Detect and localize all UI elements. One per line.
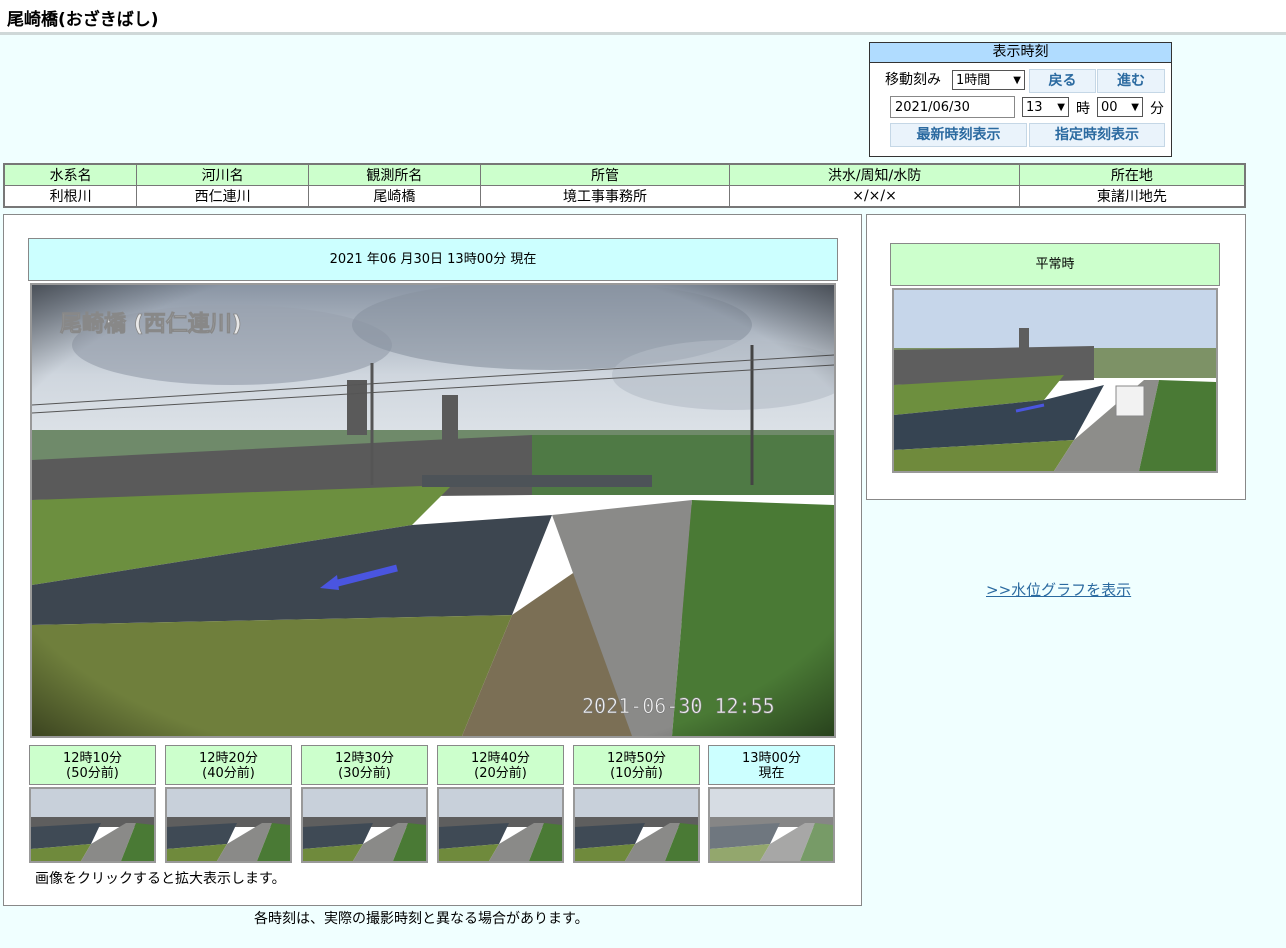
title-bar: 尾崎橋(おざきばし) bbox=[0, 0, 1286, 35]
cell-water-system: 利根川 bbox=[3, 185, 138, 208]
step-label: 移動刻み bbox=[885, 72, 941, 88]
thumbnail-ago: (20分前) bbox=[474, 766, 527, 781]
hour-select[interactable]: 13 ▼ bbox=[1022, 97, 1069, 117]
time-panel-header: 表示時刻 bbox=[870, 43, 1171, 63]
thumbnail-image[interactable] bbox=[708, 787, 835, 863]
station-info-table: 水系名 河川名 観測所名 所管 洪水/周知/水防 所在地 利根川 西仁連川 尾崎… bbox=[3, 163, 1246, 208]
step-select-value: 1時間 bbox=[956, 73, 991, 88]
thumbnail-ago: 現在 bbox=[758, 766, 785, 781]
thumbnail-time: 12時40分 bbox=[470, 751, 531, 766]
header-flood-status: 洪水/周知/水防 bbox=[729, 163, 1020, 186]
chevron-down-icon: ▼ bbox=[1057, 102, 1065, 113]
date-input[interactable]: 2021/06/30 bbox=[890, 96, 1015, 118]
thumbnail-item[interactable]: 12時50分 (10分前) bbox=[573, 745, 700, 863]
forward-button[interactable]: 進む bbox=[1097, 69, 1165, 93]
thumbnail-header: 13時00分 現在 bbox=[708, 745, 835, 785]
thumbnail-header: 12時20分 (40分前) bbox=[165, 745, 292, 785]
thumbnail-time: 12時10分 bbox=[62, 751, 123, 766]
current-datetime-header: 2021 年06 月30日 13時00分 現在 bbox=[28, 238, 838, 281]
thumbnail-ago: (50分前) bbox=[66, 766, 119, 781]
back-button[interactable]: 戻る bbox=[1029, 69, 1096, 93]
header-river-name: 河川名 bbox=[136, 163, 309, 186]
thumbnail-image[interactable] bbox=[437, 787, 564, 863]
thumbnail-ago: (40分前) bbox=[202, 766, 255, 781]
thumbnail-item-current[interactable]: 13時00分 現在 bbox=[708, 745, 835, 863]
thumbnail-image[interactable] bbox=[165, 787, 292, 863]
click-note: 画像をクリックすると拡大表示します。 bbox=[35, 871, 286, 887]
header-jurisdiction: 所管 bbox=[479, 163, 731, 186]
table-header-row: 水系名 河川名 観測所名 所管 洪水/周知/水防 所在地 bbox=[3, 163, 1246, 186]
minute-select[interactable]: 00 ▼ bbox=[1097, 97, 1143, 117]
camera-main-image[interactable]: 尾崎橋 (西仁連川) 2021-06-30 12:55 bbox=[30, 283, 836, 738]
thumbnail-header: 12時10分 (50分前) bbox=[29, 745, 156, 785]
thumbnail-ago: (30分前) bbox=[338, 766, 391, 781]
cell-location: 東諸川地先 bbox=[1018, 185, 1246, 208]
time-panel: 表示時刻 移動刻み 1時間 ▼ 戻る 進む 2021/06/30 13 ▼ 時 … bbox=[869, 42, 1172, 157]
header-water-system: 水系名 bbox=[3, 163, 138, 186]
chevron-down-icon: ▼ bbox=[1131, 102, 1139, 113]
thumbnail-time: 13時00分 bbox=[741, 751, 802, 766]
latest-time-button[interactable]: 最新時刻表示 bbox=[890, 123, 1027, 147]
thumbnail-time: 12時20分 bbox=[198, 751, 259, 766]
camera-timestamp: 2021-06-30 12:55 bbox=[582, 694, 775, 718]
cell-river-name: 西仁連川 bbox=[136, 185, 309, 208]
thumbnail-item[interactable]: 12時40分 (20分前) bbox=[437, 745, 564, 863]
table-row: 利根川 西仁連川 尾崎橋 境工事事務所 ×/×/× 東諸川地先 bbox=[3, 185, 1246, 208]
header-location: 所在地 bbox=[1018, 163, 1246, 186]
chevron-down-icon: ▼ bbox=[1013, 75, 1021, 86]
page-title: 尾崎橋(おざきばし) bbox=[7, 10, 159, 30]
reference-header: 平常時 bbox=[890, 243, 1220, 286]
thumbnail-image[interactable] bbox=[301, 787, 428, 863]
reference-image[interactable] bbox=[892, 288, 1218, 473]
specified-time-button[interactable]: 指定時刻表示 bbox=[1029, 123, 1165, 147]
thumbnail-header: 12時40分 (20分前) bbox=[437, 745, 564, 785]
thumbnail-time: 12時50分 bbox=[606, 751, 667, 766]
thumbnail-item[interactable]: 12時20分 (40分前) bbox=[165, 745, 292, 863]
thumbnail-image[interactable] bbox=[573, 787, 700, 863]
thumbnail-header: 12時50分 (10分前) bbox=[573, 745, 700, 785]
header-station-name: 観測所名 bbox=[308, 163, 481, 186]
step-select[interactable]: 1時間 ▼ bbox=[952, 70, 1025, 90]
hour-unit-label: 時 bbox=[1076, 101, 1090, 117]
camera-overlay-title: 尾崎橋 (西仁連川) bbox=[60, 311, 242, 337]
thumbnail-time: 12時30分 bbox=[334, 751, 395, 766]
thumbnail-item[interactable]: 12時10分 (50分前) bbox=[29, 745, 156, 863]
hour-select-value: 13 bbox=[1026, 100, 1043, 115]
thumbnail-ago: (10分前) bbox=[610, 766, 663, 781]
cell-jurisdiction: 境工事事務所 bbox=[479, 185, 731, 208]
cell-station-name: 尾崎橋 bbox=[308, 185, 481, 208]
footer-note: 各時刻は、実際の撮影時刻と異なる場合があります。 bbox=[254, 911, 589, 927]
thumbnail-item[interactable]: 12時30分 (30分前) bbox=[301, 745, 428, 863]
minute-unit-label: 分 bbox=[1150, 101, 1164, 117]
cell-flood-status: ×/×/× bbox=[729, 185, 1020, 208]
thumbnail-header: 12時30分 (30分前) bbox=[301, 745, 428, 785]
minute-select-value: 00 bbox=[1101, 100, 1118, 115]
water-level-graph-link[interactable]: >>水位グラフを表示 bbox=[986, 579, 1131, 600]
thumbnail-image[interactable] bbox=[29, 787, 156, 863]
